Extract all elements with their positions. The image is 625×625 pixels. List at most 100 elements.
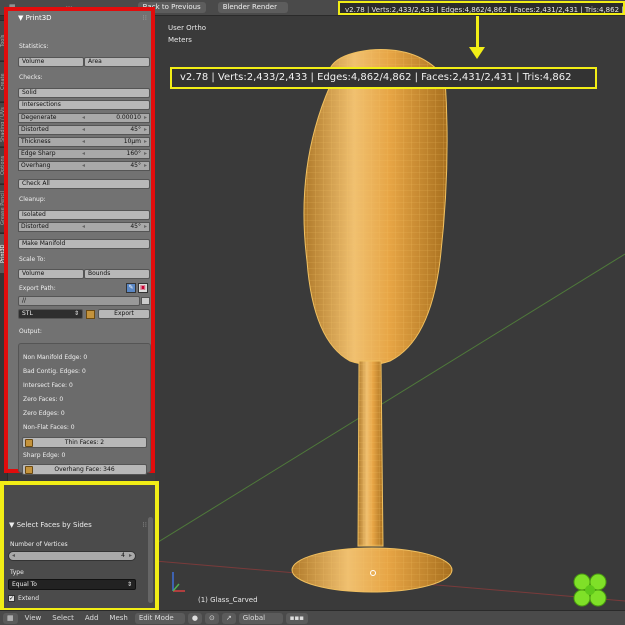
export-path-input[interactable]: //: [18, 296, 140, 306]
clover-logo: [573, 573, 607, 607]
operator-title[interactable]: ▼ Select Faces by Sides: [9, 521, 92, 529]
report-line: Zero Edges: 0: [23, 410, 65, 417]
thin-faces-label: Thin Faces: 2: [64, 439, 105, 446]
blender-window: ▦ ⋯ Back to Previous Blender Render v2.7…: [0, 0, 625, 625]
manipulator-icon[interactable]: ↗: [221, 612, 236, 624]
scrollbar[interactable]: [148, 517, 153, 603]
cleanup-distorted-label: Distorted: [21, 223, 49, 230]
isolated-button[interactable]: Isolated: [18, 210, 150, 220]
cleanup-distorted-field[interactable]: Distorted ◂ 45° ▸: [18, 222, 150, 232]
view-name-label: User Ortho: [168, 24, 207, 32]
mesh-menu[interactable]: Mesh: [105, 613, 131, 624]
units-label: Meters: [168, 36, 192, 44]
area-button[interactable]: Area: [84, 57, 150, 67]
scale-to-label: Scale To:: [19, 256, 46, 263]
scale-bounds-button[interactable]: Bounds: [84, 269, 150, 279]
viewport-canvas: [155, 49, 625, 607]
mode-dropdown[interactable]: Edit Mode: [134, 612, 185, 624]
cleanup-label: Cleanup:: [19, 196, 46, 203]
type-dropdown[interactable]: Equal To ⇕: [8, 579, 136, 590]
check-all-button[interactable]: Check All: [18, 179, 150, 189]
decrement-arrow-icon[interactable]: ◂: [82, 162, 85, 170]
3d-viewport[interactable]: User Ortho Meters (1) Glass_Carved v2.78…: [155, 16, 625, 610]
dropdown-arrow-icon: ⇕: [73, 310, 79, 317]
volume-button[interactable]: Volume: [18, 57, 84, 67]
add-menu[interactable]: Add: [81, 613, 103, 624]
scale-volume-button[interactable]: Volume: [18, 269, 84, 279]
stats-readout-small: v2.78 | Verts:2,433/2,433 | Edges:4,862/…: [338, 1, 625, 15]
editor-type-icon[interactable]: ▦: [3, 612, 18, 624]
degenerate-field[interactable]: Degenerate ◂ 0.00010 ▸: [18, 113, 150, 123]
num-vertices-field[interactable]: ◂ 4 ▸: [8, 551, 136, 561]
decrement-arrow-icon[interactable]: ◂: [82, 150, 85, 158]
report-line: Sharp Edge: 0: [23, 452, 66, 459]
format-value: STL: [22, 310, 33, 317]
panel-title[interactable]: ▼ Print3D: [18, 14, 52, 22]
file-browser-folder-icon[interactable]: [141, 297, 150, 305]
edge-sharp-field[interactable]: Edge Sharp ◂ 160° ▸: [18, 149, 150, 159]
increment-arrow-icon[interactable]: ▸: [129, 552, 132, 560]
edge-sharp-value: 160°: [126, 150, 141, 157]
cleanup-distorted-value: 45°: [130, 223, 141, 230]
increment-arrow-icon[interactable]: ▸: [144, 150, 147, 158]
report-line: Non Manifold Edge: 0: [23, 354, 88, 361]
report-line: Non-Flat Faces: 0: [23, 424, 75, 431]
increment-arrow-icon[interactable]: ▸: [144, 114, 147, 122]
increment-arrow-icon[interactable]: ▸: [144, 126, 147, 134]
export-path-lock-icon[interactable]: ▣: [138, 283, 148, 293]
intersections-button[interactable]: Intersections: [18, 100, 150, 110]
panel-grip-icon[interactable]: ⁞⁞: [143, 521, 147, 529]
output-report-box: Non Manifold Edge: 0 Bad Contig. Edges: …: [18, 343, 151, 475]
thin-faces-button[interactable]: Thin Faces: 2: [22, 437, 147, 448]
decrement-arrow-icon[interactable]: ◂: [82, 223, 85, 231]
output-label: Output:: [19, 328, 42, 335]
thickness-label: Thickness: [21, 138, 51, 145]
select-icon: [25, 466, 33, 474]
select-menu[interactable]: Select: [48, 613, 78, 624]
orientation-dropdown[interactable]: Global: [238, 612, 283, 624]
increment-arrow-icon[interactable]: ▸: [144, 223, 147, 231]
distorted-check-field[interactable]: Distorted ◂ 45° ▸: [18, 125, 150, 135]
layers-icon[interactable]: ▪▪▪: [285, 612, 308, 624]
decrement-arrow-icon[interactable]: ◂: [12, 552, 15, 560]
export-button[interactable]: Export: [98, 309, 150, 319]
num-vertices-value: 4: [121, 552, 125, 559]
degenerate-value: 0.00010: [116, 114, 141, 121]
checks-label: Checks:: [19, 74, 43, 81]
panel-grip-icon[interactable]: ⁞⁞: [143, 14, 147, 22]
extend-checkbox[interactable]: ✓ Extend: [8, 595, 39, 602]
view-menu[interactable]: View: [21, 613, 46, 624]
make-manifold-button[interactable]: Make Manifold: [18, 239, 150, 249]
render-engine-dropdown[interactable]: Blender Render: [217, 2, 288, 13]
thickness-field[interactable]: Thickness ◂ 10μm ▸: [18, 137, 150, 147]
export-path-eyedropper-icon[interactable]: ✎: [126, 283, 136, 293]
report-line: Zero Faces: 0: [23, 396, 64, 403]
stats-readout-enlarged: v2.78 | Verts:2,433/2,433 | Edges:4,862/…: [170, 67, 597, 89]
overhang-face-button[interactable]: Overhang Face: 346: [22, 464, 147, 475]
decrement-arrow-icon[interactable]: ◂: [82, 138, 85, 146]
thickness-value: 10μm: [123, 138, 141, 145]
viewport-shading-icon[interactable]: ●: [187, 612, 202, 624]
decrement-arrow-icon[interactable]: ◂: [82, 114, 85, 122]
increment-arrow-icon[interactable]: ▸: [144, 162, 147, 170]
operator-panel: ▼ Select Faces by Sides ⁞⁞ Number of Ver…: [0, 481, 159, 612]
solid-button[interactable]: Solid: [18, 88, 150, 98]
distorted-label: Distorted: [21, 126, 49, 133]
overhang-label: Overhang: [21, 162, 51, 169]
active-object-label: (1) Glass_Carved: [198, 596, 258, 604]
callout-arrow-shaft: [476, 16, 479, 49]
dropdown-arrow-icon: ⇕: [126, 581, 132, 588]
format-dropdown[interactable]: STL ⇕: [18, 309, 83, 319]
export-path-label: Export Path:: [19, 285, 56, 292]
export-icon: [86, 310, 95, 319]
pivot-point-icon[interactable]: ⊙: [204, 612, 219, 624]
type-value: Equal To: [12, 581, 37, 588]
extend-label: Extend: [18, 595, 39, 602]
callout-arrow-icon: [469, 47, 485, 59]
glass-base-wireframe: [292, 548, 452, 592]
decrement-arrow-icon[interactable]: ◂: [82, 126, 85, 134]
increment-arrow-icon[interactable]: ▸: [144, 138, 147, 146]
3d-view-header: ▦ View Select Add Mesh Edit Mode ● ⊙ ↗ G…: [0, 610, 625, 625]
overhang-field[interactable]: Overhang ◂ 45° ▸: [18, 161, 150, 171]
checkmark-icon: ✓: [8, 595, 15, 602]
